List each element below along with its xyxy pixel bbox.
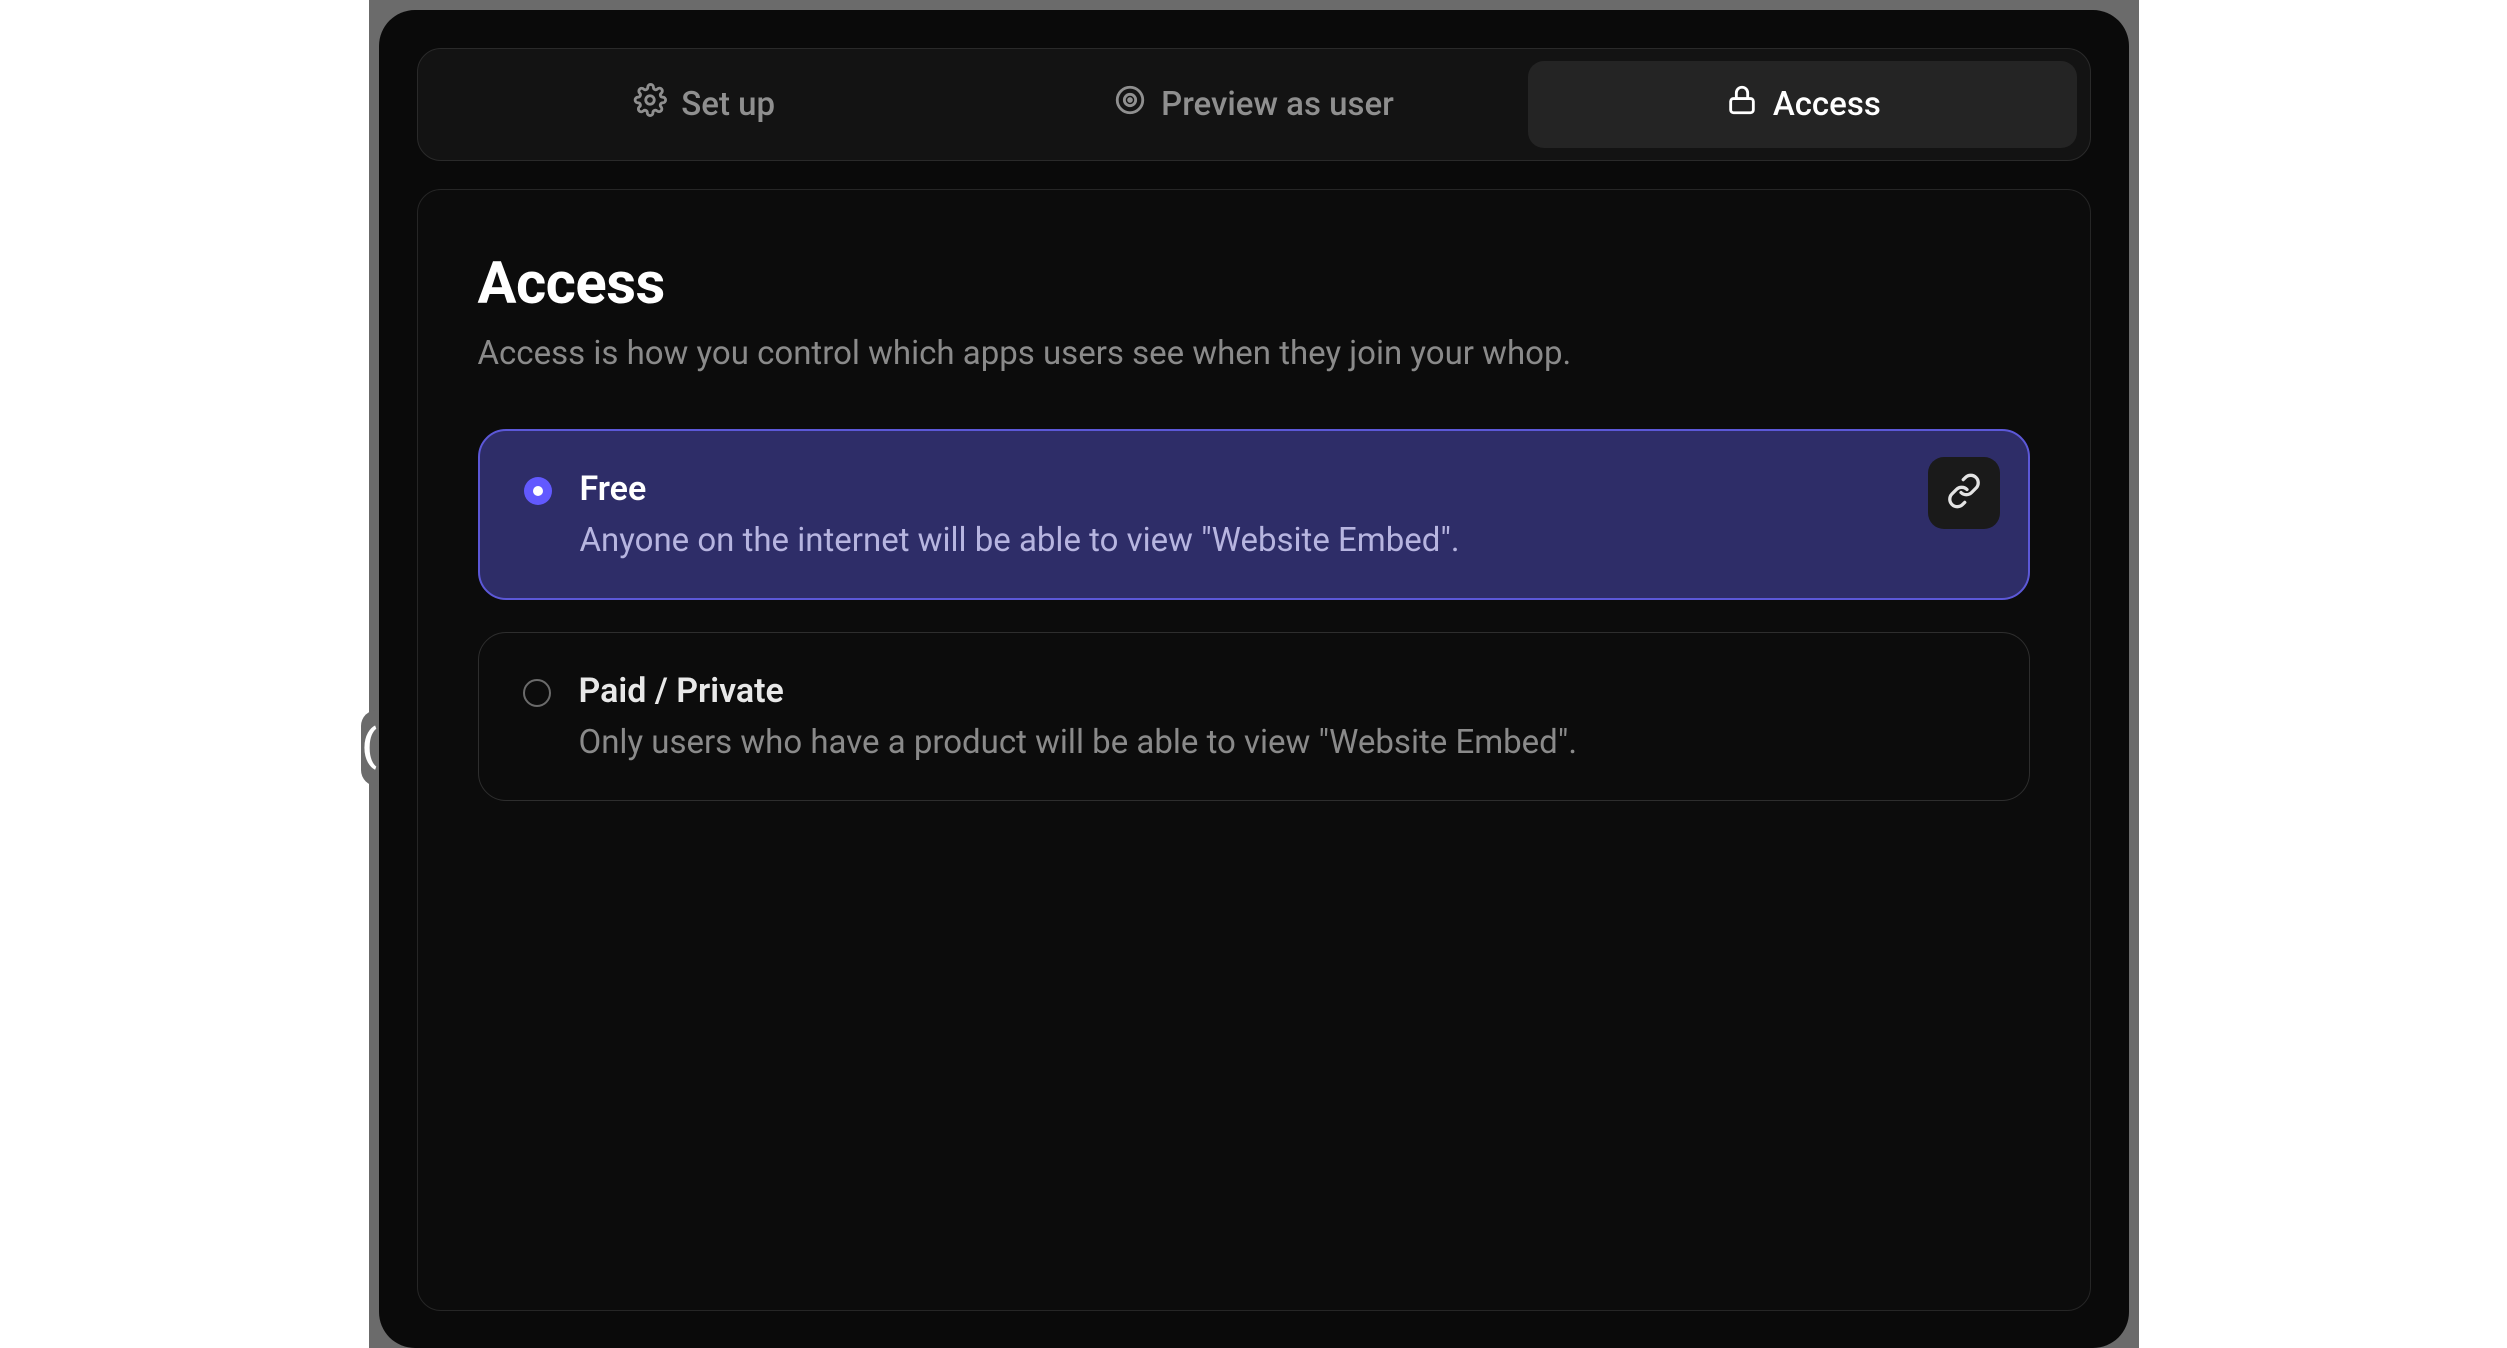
tab-access[interactable]: Access	[1528, 61, 2077, 148]
option-paid-desc: Only users who have a product will be ab…	[579, 723, 1985, 762]
copy-link-button[interactable]	[1928, 457, 2000, 529]
tab-preview[interactable]: Preview as user	[979, 61, 1528, 148]
option-paid-text: Paid / Private Only users who have a pro…	[579, 671, 1985, 762]
tabs-bar: Set up Preview as user	[417, 48, 2091, 161]
tab-setup-label: Set up	[681, 85, 775, 124]
radio-paid[interactable]	[523, 679, 551, 707]
eye-icon	[1113, 83, 1147, 126]
app-container: ( Set up Pr	[379, 10, 2129, 1348]
option-paid[interactable]: Paid / Private Only users who have a pro…	[478, 632, 2030, 801]
option-free-desc: Anyone on the internet will be able to v…	[580, 521, 1984, 560]
lock-icon	[1725, 83, 1759, 126]
access-panel: Access Access is how you control which a…	[417, 189, 2091, 1311]
option-paid-title: Paid / Private	[579, 671, 1985, 711]
tab-setup[interactable]: Set up	[430, 61, 979, 148]
radio-free[interactable]	[524, 477, 552, 505]
side-handle[interactable]: (	[361, 710, 379, 786]
panel-subtitle: Access is how you control which apps use…	[478, 334, 2030, 373]
option-free-text: Free Anyone on the internet will be able…	[580, 469, 1984, 560]
gear-icon	[633, 83, 667, 126]
tab-access-label: Access	[1773, 85, 1881, 124]
option-free-title: Free	[580, 469, 1984, 509]
panel-title: Access	[478, 250, 2030, 318]
option-free[interactable]: Free Anyone on the internet will be able…	[478, 429, 2030, 600]
tab-preview-label: Preview as user	[1161, 85, 1394, 124]
link-icon	[1946, 473, 1982, 513]
